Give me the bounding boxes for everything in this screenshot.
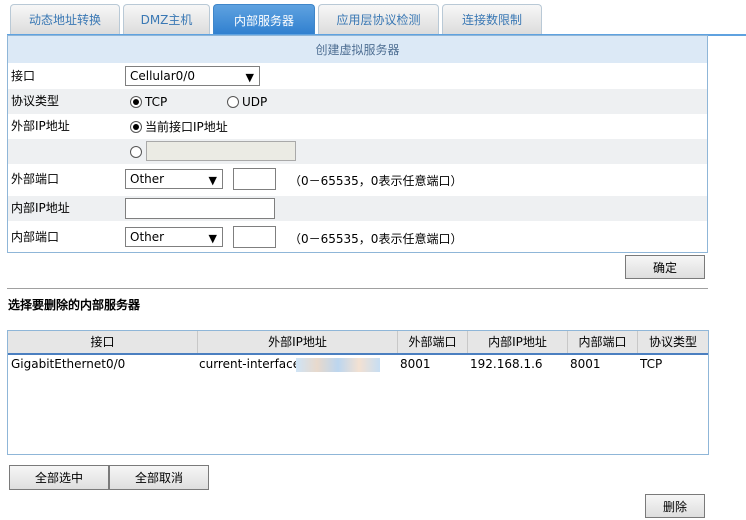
interface-value: Cellular0/0 [130,69,195,83]
col-internal-port: 内部端口 [568,331,638,353]
col-internal-ip: 内部IP地址 [468,331,568,353]
create-server-panel: 创建虚拟服务器 接口 Cellular0/0 ▼ 协议类型 TCP UDP 外部… [7,35,708,253]
internal-ip-input[interactable] [125,198,275,219]
radio-udp-label: UDP [242,95,268,109]
radio-custom-ip[interactable] [130,146,142,158]
tab-dmz-host[interactable]: DMZ主机 [123,4,210,34]
cell-internal-port: 8001 [570,357,601,371]
divider [7,288,708,289]
internal-port-select[interactable]: Other ▼ [125,227,223,247]
tab-internal-server[interactable]: 内部服务器 [213,4,315,35]
chevron-down-icon: ▼ [208,174,217,187]
internal-port-label: 内部端口 [11,230,60,244]
col-external-port: 外部端口 [398,331,468,353]
external-port-label: 外部端口 [11,172,60,186]
internal-port-hint: （0－65535，0表示任意端口） [289,232,463,246]
col-protocol: 协议类型 [648,335,697,349]
radio-tcp-label: TCP [145,95,168,109]
radio-tcp[interactable] [130,96,142,108]
select-all-button[interactable]: 全部选中 [9,465,109,490]
col-external-ip: 外部IP地址 [198,331,398,353]
cell-internal-ip: 192.168.1.6 [470,357,543,371]
external-ip-row: 外部IP地址 当前接口IP地址 [8,114,707,139]
external-ip-input[interactable] [146,141,296,161]
tab-alg[interactable]: 应用层协议检测 [318,4,439,34]
tab-connection-limit[interactable]: 连接数限制 [442,4,542,34]
protocol-label: 协议类型 [11,94,60,108]
external-port-input[interactable] [233,168,276,190]
delete-section-title: 选择要删除的内部服务器 [8,298,141,312]
internal-ip-label: 内部IP地址 [11,201,70,215]
external-ip-label: 外部IP地址 [11,119,70,133]
panel-title: 创建虚拟服务器 [8,36,707,63]
deselect-all-button[interactable]: 全部取消 [109,465,209,490]
external-port-select-value: Other [130,172,165,186]
cell-external-ip: current-interface( [199,357,296,371]
external-port-hint: （0－65535，0表示任意端口） [289,174,463,188]
interface-select[interactable]: Cellular0/0 ▼ [125,66,260,86]
internal-port-input[interactable] [233,226,276,248]
radio-current-interface-ip[interactable] [130,121,142,133]
cell-protocol: TCP [640,357,663,371]
server-table: 接口 外部IP地址 外部端口 内部IP地址 内部端口 协议类型 GigabitE… [7,330,709,455]
external-ip-custom-row [8,139,707,164]
col-interface: 接口 [8,331,198,353]
internal-ip-row: 内部IP地址 [8,196,707,221]
chevron-down-icon: ▼ [208,232,217,245]
cell-interface: GigabitEthernet0/0 [11,357,126,371]
confirm-button[interactable]: 确定 [625,255,705,279]
external-port-row: 外部端口 Other ▼ （0－65535，0表示任意端口） [8,167,707,192]
cell-external-port: 8001 [400,357,431,371]
delete-button[interactable]: 删除 [645,494,705,518]
radio-current-interface-ip-label: 当前接口IP地址 [145,120,228,134]
radio-udp[interactable] [227,96,239,108]
tab-dynamic-nat[interactable]: 动态地址转换 [10,4,120,34]
internal-port-row: 内部端口 Other ▼ （0－65535，0表示任意端口） [8,225,707,250]
external-port-select[interactable]: Other ▼ [125,169,223,189]
interface-label: 接口 [11,69,36,83]
interface-row: 接口 Cellular0/0 ▼ [8,64,707,89]
redacted-ip-blur [296,358,380,372]
internal-port-select-value: Other [130,230,165,244]
protocol-row: 协议类型 TCP UDP [8,89,707,114]
table-header: 接口 外部IP地址 外部端口 内部IP地址 内部端口 协议类型 [8,331,708,355]
chevron-down-icon: ▼ [245,71,254,84]
